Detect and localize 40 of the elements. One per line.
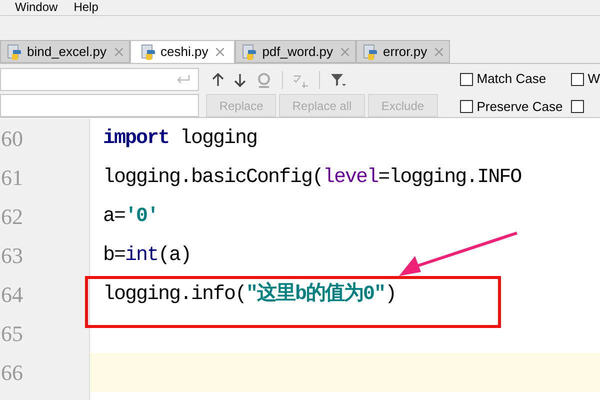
line-number: 63 (0, 242, 23, 270)
checkbox[interactable] (570, 72, 584, 86)
line-number: 60 (0, 125, 23, 153)
file-tab[interactable]: error.py (356, 40, 450, 63)
line-number: 66 (0, 359, 23, 387)
code-line: b=int(a) (103, 242, 192, 268)
close-icon[interactable] (114, 48, 122, 56)
code-line: a='0' (103, 204, 158, 230)
close-icon[interactable] (435, 48, 444, 56)
python-file-icon (363, 44, 380, 60)
menu-item[interactable]: Window (15, 0, 58, 14)
line-number: 61 (0, 164, 23, 192)
option-label: Match Case (476, 70, 546, 88)
file-tab[interactable]: bind_excel.py (0, 40, 130, 63)
close-icon[interactable] (216, 48, 224, 56)
code-line: import logging (103, 126, 258, 152)
enter-icon (176, 74, 190, 84)
line-number: 65 (0, 320, 23, 348)
line-number: 62 (0, 203, 23, 231)
python-file-icon (242, 44, 258, 60)
checkbox[interactable] (570, 100, 584, 113)
checkbox[interactable] (460, 72, 473, 86)
checkbox[interactable] (460, 100, 473, 113)
python-file-icon (7, 44, 23, 60)
menu-item[interactable]: Help (74, 0, 98, 14)
close-icon[interactable] (341, 48, 350, 56)
search-field[interactable] (0, 68, 200, 91)
option-label: Preserve Case (476, 98, 563, 116)
python-file-icon (140, 44, 156, 60)
line-number: 64 (0, 281, 23, 309)
code-line: logging.basicConfig(level=logging.INFO (103, 164, 522, 190)
filter-icon[interactable] (330, 72, 346, 88)
file-tab[interactable]: pdf_word.py (235, 40, 356, 63)
option-label: W (588, 70, 600, 88)
arrow-down-icon[interactable] (234, 72, 246, 86)
file-tab[interactable]: ceshi.py (130, 40, 236, 63)
replace-field[interactable] (0, 94, 200, 117)
code-line: logging.info("这里b的值为0") (103, 280, 396, 308)
find-all-icon[interactable] (256, 72, 272, 88)
arrow-up-icon[interactable] (212, 72, 224, 86)
